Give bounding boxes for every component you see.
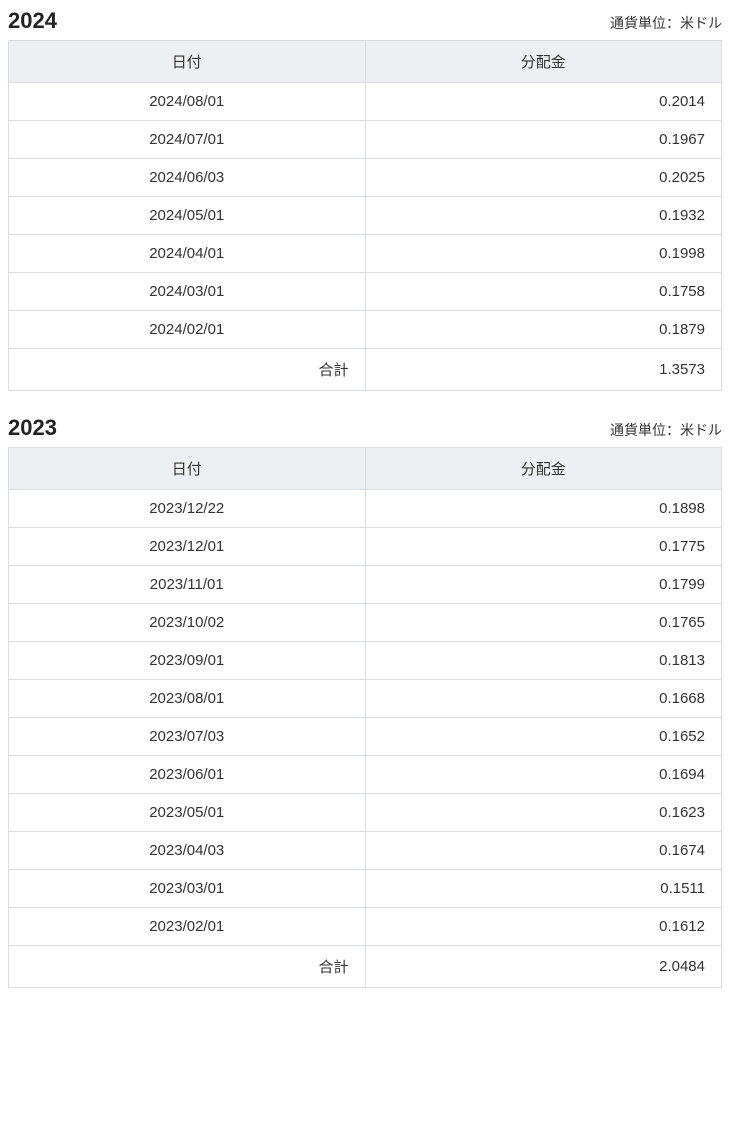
table-row: 2023/04/030.1674 <box>9 832 722 870</box>
date-cell: 2023/06/01 <box>9 756 366 794</box>
distribution-section-2023: 2023 通貨単位：米ドル日付分配金2023/12/220.18982023/12… <box>8 415 722 988</box>
date-cell: 2024/03/01 <box>9 273 366 311</box>
amount-cell: 0.1668 <box>365 680 722 718</box>
date-cell: 2023/07/03 <box>9 718 366 756</box>
table-row: 2023/10/020.1765 <box>9 604 722 642</box>
column-header-date: 日付 <box>9 448 366 490</box>
date-cell: 2023/05/01 <box>9 794 366 832</box>
section-header: 2023 通貨単位：米ドル <box>8 415 722 441</box>
table-row: 2023/12/010.1775 <box>9 528 722 566</box>
date-cell: 2024/05/01 <box>9 197 366 235</box>
date-cell: 2024/06/03 <box>9 159 366 197</box>
date-cell: 2024/08/01 <box>9 83 366 121</box>
date-cell: 2023/03/01 <box>9 870 366 908</box>
date-cell: 2023/10/02 <box>9 604 366 642</box>
amount-cell: 0.2025 <box>365 159 722 197</box>
table-row: 2024/08/010.2014 <box>9 83 722 121</box>
date-cell: 2023/04/03 <box>9 832 366 870</box>
table-row: 2023/12/220.1898 <box>9 490 722 528</box>
table-row: 2024/06/030.2025 <box>9 159 722 197</box>
date-cell: 2023/09/01 <box>9 642 366 680</box>
date-cell: 2024/04/01 <box>9 235 366 273</box>
amount-cell: 0.1799 <box>365 566 722 604</box>
date-cell: 2024/02/01 <box>9 311 366 349</box>
table-row: 2024/02/010.1879 <box>9 311 722 349</box>
total-value: 2.0484 <box>365 946 722 988</box>
amount-cell: 0.1967 <box>365 121 722 159</box>
total-row: 合計1.3573 <box>9 349 722 391</box>
amount-cell: 0.1775 <box>365 528 722 566</box>
column-header-amount: 分配金 <box>365 41 722 83</box>
table-row: 2023/05/010.1623 <box>9 794 722 832</box>
distribution-section-2024: 2024 通貨単位：米ドル日付分配金2024/08/010.20142024/07… <box>8 8 722 391</box>
total-label: 合計 <box>9 349 366 391</box>
amount-cell: 0.1674 <box>365 832 722 870</box>
date-cell: 2023/02/01 <box>9 908 366 946</box>
table-row: 2023/08/010.1668 <box>9 680 722 718</box>
table-row: 2024/07/010.1967 <box>9 121 722 159</box>
amount-cell: 0.1998 <box>365 235 722 273</box>
table-row: 2023/03/010.1511 <box>9 870 722 908</box>
date-cell: 2024/07/01 <box>9 121 366 159</box>
column-header-amount: 分配金 <box>365 448 722 490</box>
amount-cell: 0.1813 <box>365 642 722 680</box>
table-row: 2023/02/010.1612 <box>9 908 722 946</box>
distribution-table: 日付分配金2024/08/010.20142024/07/010.1967202… <box>8 40 722 391</box>
total-label: 合計 <box>9 946 366 988</box>
total-value: 1.3573 <box>365 349 722 391</box>
amount-cell: 0.1879 <box>365 311 722 349</box>
amount-cell: 0.1652 <box>365 718 722 756</box>
table-row: 2023/07/030.1652 <box>9 718 722 756</box>
date-cell: 2023/12/01 <box>9 528 366 566</box>
table-header-row: 日付分配金 <box>9 448 722 490</box>
section-header: 2024 通貨単位：米ドル <box>8 8 722 34</box>
year-title: 2024 <box>8 8 57 34</box>
amount-cell: 0.1612 <box>365 908 722 946</box>
table-row: 2023/09/010.1813 <box>9 642 722 680</box>
amount-cell: 0.1623 <box>365 794 722 832</box>
currency-note: 通貨単位：米ドル <box>610 420 722 440</box>
total-row: 合計2.0484 <box>9 946 722 988</box>
table-row: 2024/04/010.1998 <box>9 235 722 273</box>
table-header-row: 日付分配金 <box>9 41 722 83</box>
column-header-date: 日付 <box>9 41 366 83</box>
amount-cell: 0.1932 <box>365 197 722 235</box>
amount-cell: 0.1511 <box>365 870 722 908</box>
table-row: 2024/05/010.1932 <box>9 197 722 235</box>
table-row: 2023/11/010.1799 <box>9 566 722 604</box>
date-cell: 2023/08/01 <box>9 680 366 718</box>
amount-cell: 0.1765 <box>365 604 722 642</box>
amount-cell: 0.1758 <box>365 273 722 311</box>
currency-note: 通貨単位：米ドル <box>610 13 722 33</box>
distribution-table: 日付分配金2023/12/220.18982023/12/010.1775202… <box>8 447 722 988</box>
date-cell: 2023/12/22 <box>9 490 366 528</box>
year-title: 2023 <box>8 415 57 441</box>
date-cell: 2023/11/01 <box>9 566 366 604</box>
table-row: 2024/03/010.1758 <box>9 273 722 311</box>
amount-cell: 0.1694 <box>365 756 722 794</box>
amount-cell: 0.2014 <box>365 83 722 121</box>
table-row: 2023/06/010.1694 <box>9 756 722 794</box>
amount-cell: 0.1898 <box>365 490 722 528</box>
